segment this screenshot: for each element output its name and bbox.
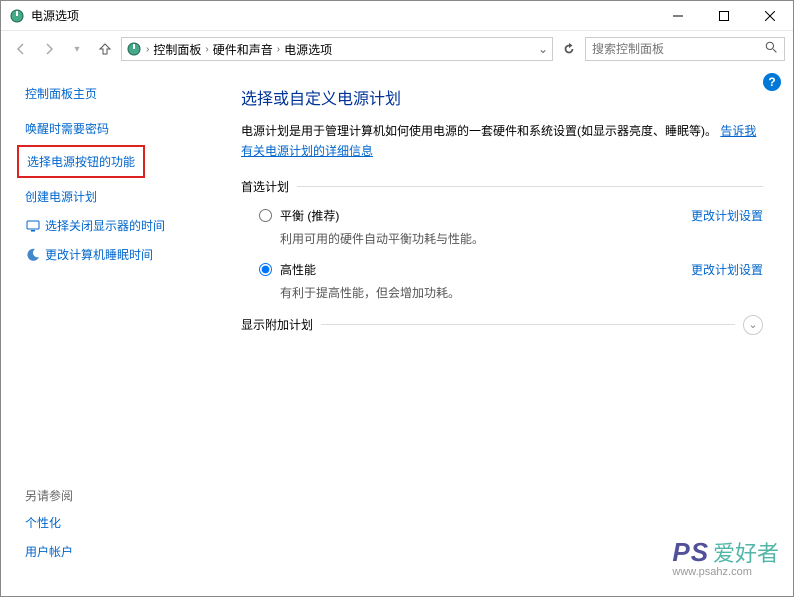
page-title: 选择或自定义电源计划	[241, 85, 763, 109]
minimize-button[interactable]	[655, 1, 701, 30]
chevron-down-icon[interactable]: ⌄	[743, 315, 763, 335]
control-panel-home-link[interactable]: 控制面板主页	[25, 85, 201, 102]
chevron-right-icon: ›	[146, 44, 149, 55]
refresh-button[interactable]	[557, 37, 581, 61]
change-plan-settings-link[interactable]: 更改计划设置	[691, 207, 763, 224]
sidebar-link-user-accounts[interactable]: 用户帐户	[25, 543, 201, 560]
plan-balanced-title: 平衡 (推荐)	[280, 207, 679, 224]
breadcrumb-dropdown[interactable]: ⌄	[538, 42, 548, 56]
sidebar-link-display-off[interactable]: 选择关闭显示器的时间	[25, 217, 201, 234]
plan-high-title: 高性能	[280, 261, 679, 278]
plan-high-radio[interactable]	[259, 263, 272, 276]
breadcrumb-item[interactable]: 控制面板	[153, 41, 201, 58]
plan-high-performance: 高性能 有利于提高性能，但会增加功耗。 更改计划设置	[259, 261, 763, 301]
window-title: 电源选项	[31, 7, 655, 24]
main-panel: ? 选择或自定义电源计划 电源计划是用于管理计算机如何使用电源的一套硬件和系统设…	[201, 67, 793, 596]
search-input[interactable]	[592, 42, 765, 56]
preferred-plans-label: 首选计划	[241, 178, 763, 195]
page-description: 电源计划是用于管理计算机如何使用电源的一套硬件和系统设置(如显示器亮度、睡眠等)…	[241, 121, 763, 162]
plan-balanced-radio[interactable]	[259, 209, 272, 222]
sidebar-link-personalize[interactable]: 个性化	[25, 514, 201, 531]
sidebar-link-power-button[interactable]: 选择电源按钮的功能	[17, 145, 145, 178]
maximize-button[interactable]	[701, 1, 747, 30]
sidebar: 控制面板主页 唤醒时需要密码 选择电源按钮的功能 创建电源计划 选择关闭显示器的…	[1, 67, 201, 596]
sidebar-link-create-plan[interactable]: 创建电源计划	[25, 188, 201, 205]
sidebar-link-sleep-time[interactable]: 更改计算机睡眠时间	[25, 246, 201, 263]
nav-recent-dropdown[interactable]: ▾	[65, 37, 89, 61]
arrow-right-icon	[41, 41, 57, 57]
breadcrumb-item[interactable]: 电源选项	[284, 41, 332, 58]
breadcrumb-item[interactable]: 硬件和声音	[213, 41, 273, 58]
monitor-icon	[25, 218, 41, 234]
close-button[interactable]	[747, 1, 793, 30]
titlebar: 电源选项	[1, 1, 793, 31]
arrow-up-icon	[97, 41, 113, 57]
help-icon[interactable]: ?	[763, 73, 781, 91]
search-box[interactable]	[585, 37, 785, 61]
content-area: 控制面板主页 唤醒时需要密码 选择电源按钮的功能 创建电源计划 选择关闭显示器的…	[1, 67, 793, 596]
navbar: ▾ › 控制面板 › 硬件和声音 › 电源选项 ⌄	[1, 31, 793, 67]
additional-plans-label[interactable]: 显示附加计划 ⌄	[241, 315, 763, 335]
chevron-right-icon: ›	[277, 44, 280, 55]
plan-balanced-desc: 利用可用的硬件自动平衡功耗与性能。	[280, 230, 679, 247]
plan-balanced: 平衡 (推荐) 利用可用的硬件自动平衡功耗与性能。 更改计划设置	[259, 207, 763, 247]
window-buttons	[655, 1, 793, 30]
search-icon[interactable]	[765, 41, 778, 57]
moon-icon	[25, 247, 41, 263]
chevron-right-icon: ›	[205, 44, 208, 55]
arrow-left-icon	[13, 41, 29, 57]
refresh-icon	[562, 42, 576, 56]
power-options-icon	[9, 8, 25, 24]
power-options-icon	[126, 41, 142, 57]
nav-back-button[interactable]	[9, 37, 33, 61]
sidebar-link-wake-password[interactable]: 唤醒时需要密码	[25, 120, 201, 137]
see-also-heading: 另请参阅	[25, 487, 201, 504]
change-plan-settings-link[interactable]: 更改计划设置	[691, 261, 763, 278]
nav-up-button[interactable]	[93, 37, 117, 61]
breadcrumb[interactable]: › 控制面板 › 硬件和声音 › 电源选项 ⌄	[121, 37, 553, 61]
nav-forward-button[interactable]	[37, 37, 61, 61]
plan-high-desc: 有利于提高性能，但会增加功耗。	[280, 284, 679, 301]
